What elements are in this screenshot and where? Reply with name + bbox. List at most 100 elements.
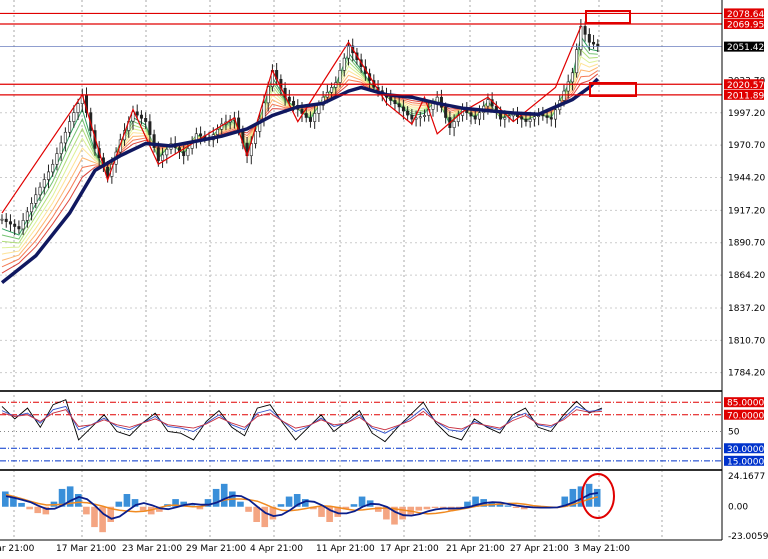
level-price-tag-text: 2078.64 <box>727 10 764 20</box>
ma-ribbon-line <box>1 66 599 261</box>
rsi-panel: 85.0000 70.0000 50 30.0000 15.0000 <box>0 397 764 467</box>
level-price-tag: 2020.57 <box>724 79 764 91</box>
candle-body <box>469 112 473 117</box>
price-tick-label: 1864.20 <box>728 271 765 281</box>
macd-histogram-bar <box>431 506 439 509</box>
candle-body <box>17 226 21 230</box>
macd-histogram-bar <box>423 506 431 510</box>
candle-body <box>76 103 80 113</box>
candle-body <box>570 72 574 83</box>
time-axis-label: 17 Apr 21:00 <box>380 544 439 554</box>
candle-body <box>477 112 481 120</box>
candle-body <box>393 100 397 104</box>
candle-body <box>161 154 165 161</box>
macd-histogram-bar <box>139 506 147 511</box>
candle-body <box>144 118 148 122</box>
candle-body <box>63 131 67 144</box>
price-grid <box>0 0 722 540</box>
time-axis-label: 4 Apr 21:00 <box>250 544 303 554</box>
time-axis-label: 3 May 21:00 <box>574 544 630 554</box>
candle-body <box>186 148 190 157</box>
candle-body <box>148 121 152 135</box>
macd-histogram-bar <box>123 494 131 507</box>
candle-body <box>444 107 448 118</box>
macd-histogram-bar <box>415 506 423 511</box>
candle-body <box>562 90 566 101</box>
zigzag-line <box>1 26 582 214</box>
ma-ribbon-line <box>1 35 598 236</box>
candle-body <box>592 41 596 45</box>
price-tick-label: 1917.20 <box>728 206 765 216</box>
candle-body <box>473 115 477 120</box>
current-price-tag: 2051.42 <box>724 41 764 53</box>
candle-body <box>338 70 342 83</box>
macd-histogram-bar <box>115 501 123 507</box>
candle-body <box>528 118 532 122</box>
candle-body <box>308 117 312 122</box>
candle-body <box>21 220 25 230</box>
macd-tick-label: 0.00 <box>728 503 748 513</box>
price-panel: 1997.20 1970.70 1944.20 1917.20 1890.70 1864.… <box>0 0 765 540</box>
price-lines <box>0 26 600 284</box>
candle-body <box>42 179 46 188</box>
candle-body <box>397 103 401 108</box>
rsi-level-tag-text: 15.0000 <box>727 457 764 467</box>
candle-body <box>292 100 296 106</box>
price-tick-label: 1890.70 <box>728 239 765 249</box>
candle-body <box>389 96 393 101</box>
rsi-level-label: 50 <box>728 428 740 438</box>
time-axis-label: 11 Apr 21:00 <box>316 544 375 554</box>
rsi-level-tag-text: 70.0000 <box>727 411 764 421</box>
macd-histogram-bar <box>18 502 25 507</box>
macd-histogram-bar <box>512 506 520 509</box>
current-price-tag-text: 2051.42 <box>727 43 764 53</box>
candle-body <box>418 116 422 119</box>
ma-ribbon <box>1 35 599 274</box>
candle-body <box>330 87 334 93</box>
candle-body <box>135 111 139 116</box>
candle-body <box>346 45 350 59</box>
price-tick-label: 1810.70 <box>728 336 765 346</box>
rsi-level-tag-text: 85.0000 <box>727 399 764 409</box>
time-axis: 3 Mar 21:00 17 Mar 21:00 23 Mar 21:00 29 Ma… <box>0 544 630 554</box>
level-price-tag: 2011.89 <box>724 89 764 101</box>
candle-body <box>165 148 169 156</box>
macd-histogram-bar <box>34 506 42 514</box>
candle-body <box>25 211 29 221</box>
time-axis-label: 17 Mar 21:00 <box>56 544 116 554</box>
price-tick-label: 1784.20 <box>728 369 765 379</box>
macd-histogram-bar <box>91 506 98 528</box>
time-axis-label: 29 Mar 21:00 <box>186 544 246 554</box>
rsi-series-line <box>1 405 603 434</box>
rsi-level-tag: 70.0000 <box>724 409 764 421</box>
price-tick-label: 1997.20 <box>728 109 765 119</box>
candle-body <box>106 166 110 177</box>
macd-histogram-bar <box>504 505 512 507</box>
time-axis-label: 27 Apr 21:00 <box>510 544 569 554</box>
chart-canvas[interactable]: 1997.20 1970.70 1944.20 1917.20 1890.70 1864.… <box>0 0 768 555</box>
highlight-box-upper <box>585 10 631 24</box>
candle-body <box>55 153 59 165</box>
macd-histogram-bar <box>83 506 90 515</box>
candle-body <box>524 118 528 122</box>
candle-body <box>423 115 427 117</box>
candle-body <box>46 171 50 180</box>
candle-body <box>575 49 579 74</box>
candle-body <box>287 96 291 102</box>
candle-body <box>139 114 143 119</box>
candle-body <box>532 116 536 120</box>
time-axis-label: 3 Mar 21:00 <box>0 544 35 554</box>
macd-tick-label: 24.1677 <box>728 472 765 482</box>
candle-body <box>583 26 587 35</box>
level-price-tag: 2069.95 <box>724 19 764 31</box>
candle-body <box>30 203 34 213</box>
time-axis-label: 21 Apr 21:00 <box>446 544 505 554</box>
level-price-tag: 2078.64 <box>724 8 764 20</box>
candle-body <box>334 82 338 88</box>
price-tick-label: 1970.70 <box>728 141 765 151</box>
candle-body <box>182 151 186 157</box>
macd-histogram-bar <box>277 504 285 507</box>
candle-body <box>406 110 410 116</box>
candle-body <box>554 109 558 120</box>
candle-body <box>4 218 8 222</box>
